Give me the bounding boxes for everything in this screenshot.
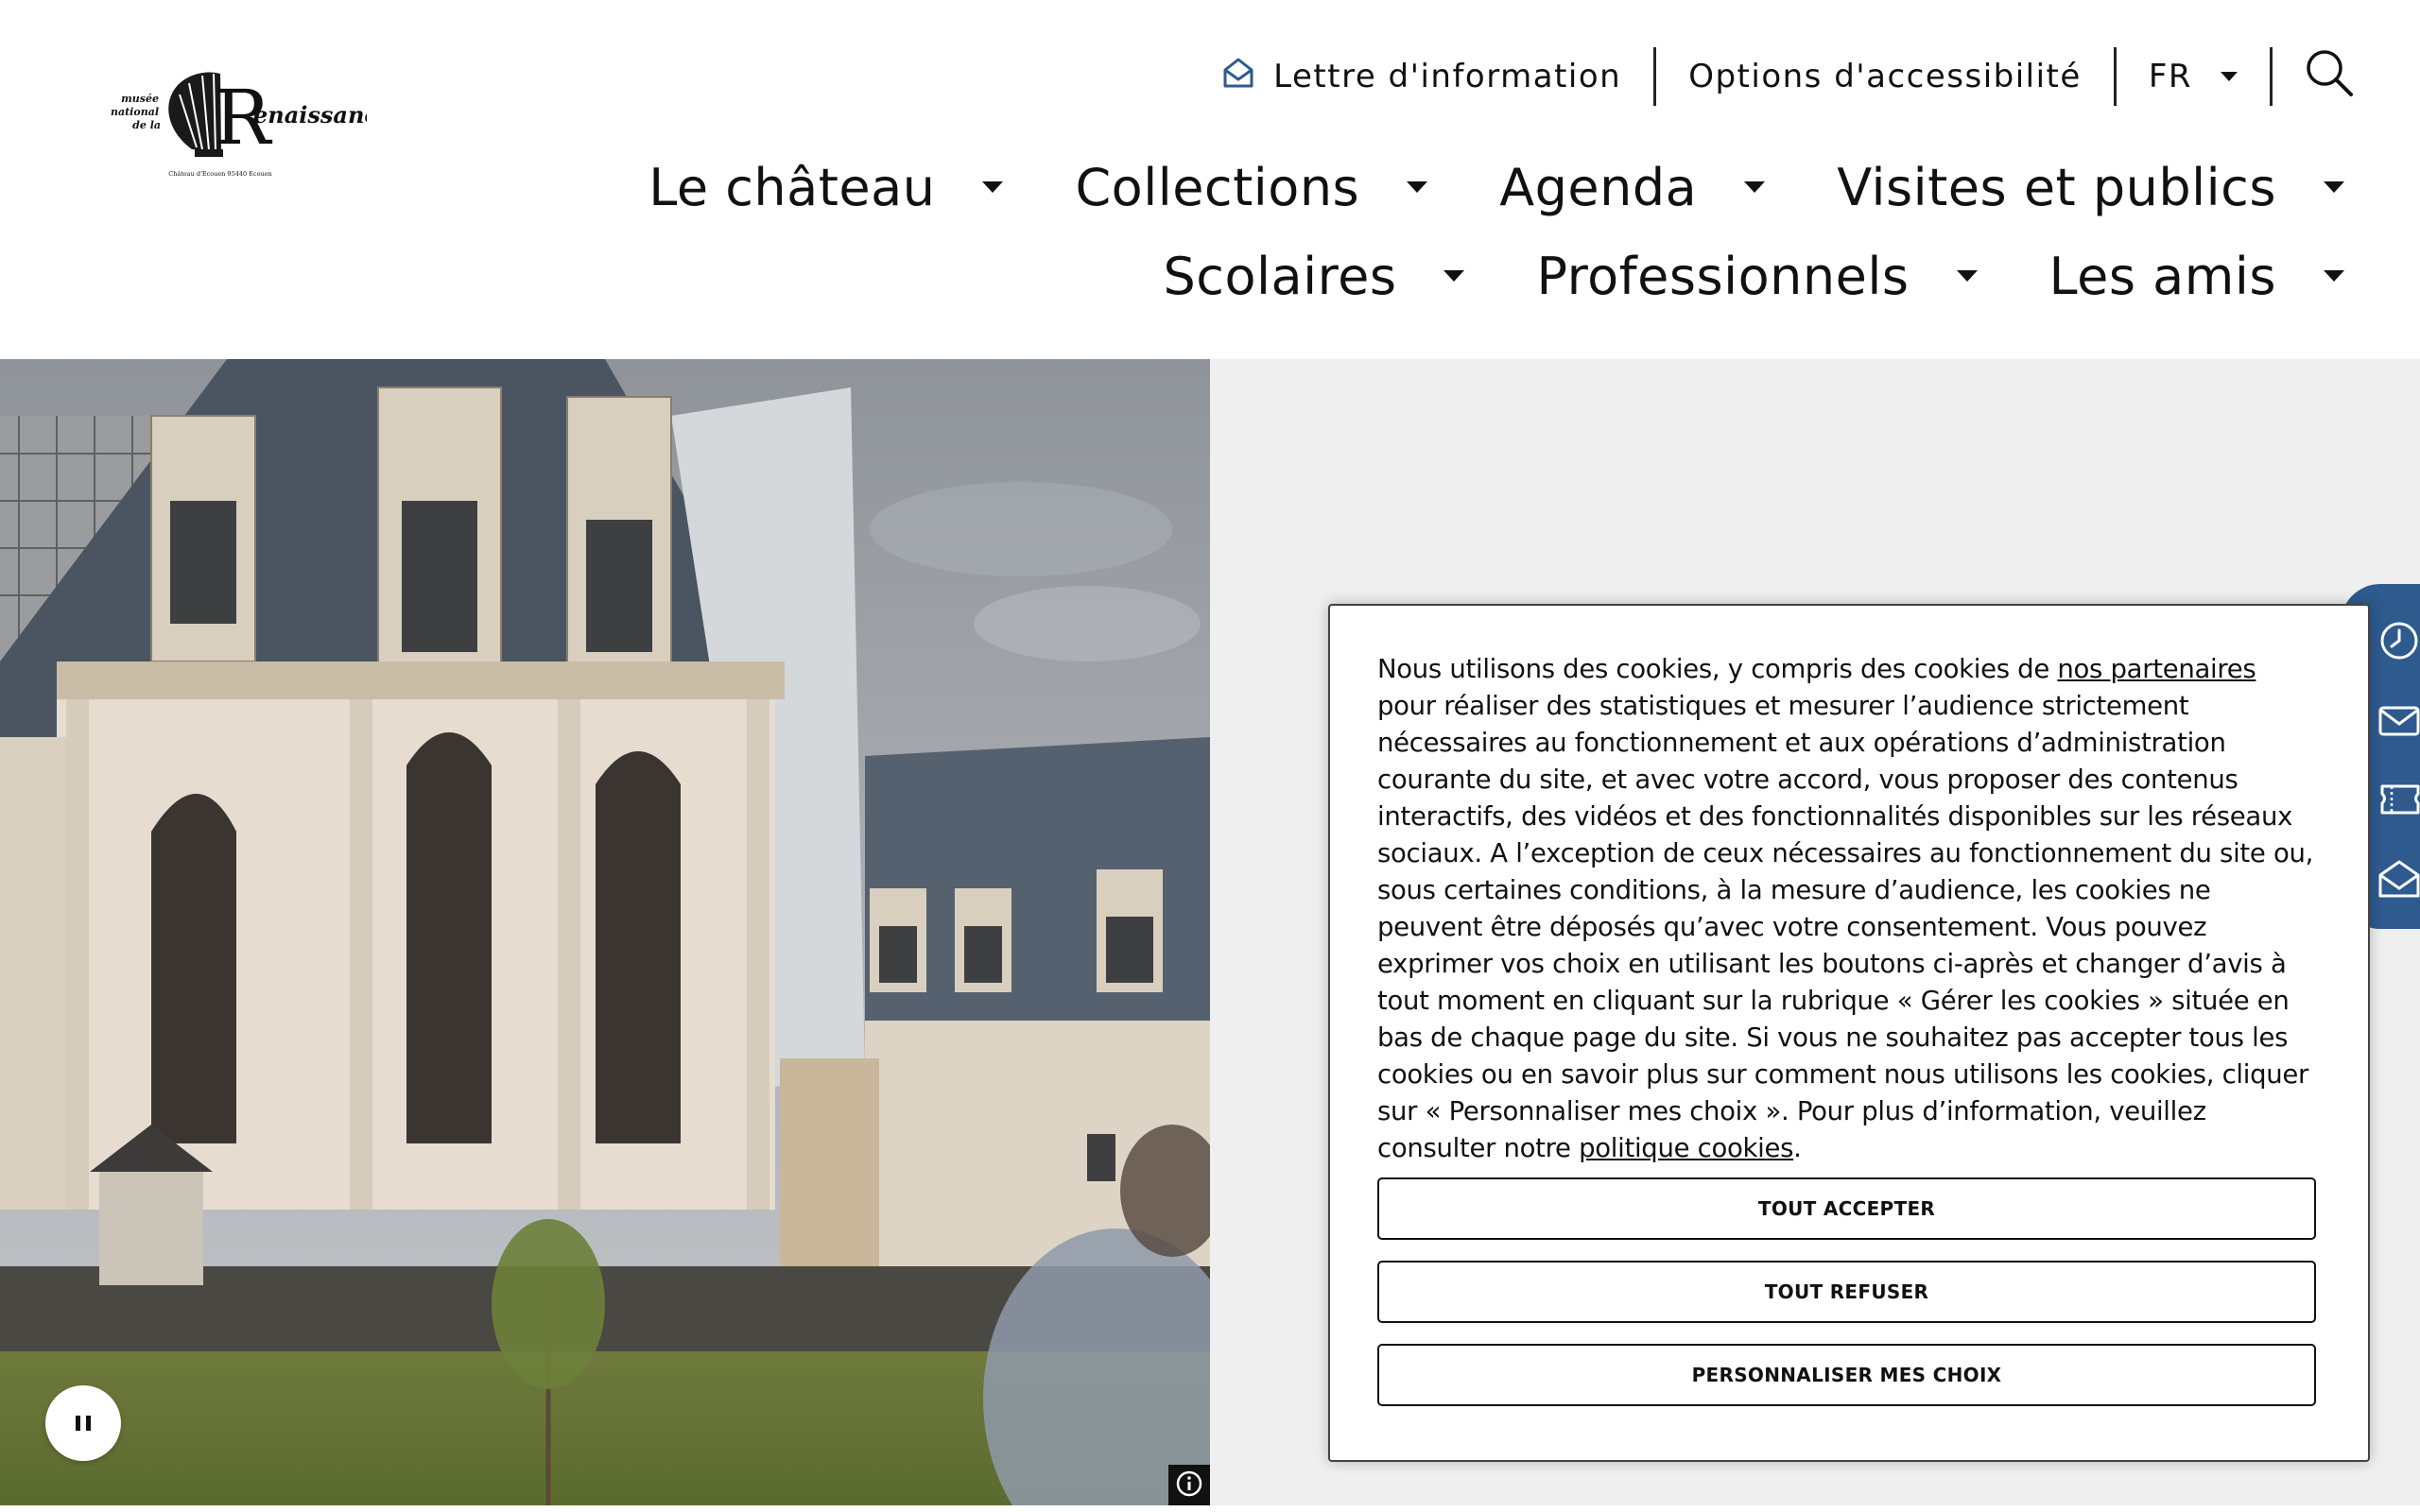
site-header: musée national de la R enaissance Châtea… — [0, 0, 2420, 359]
logo-caption: Château d'Ecouen 95440 Ecouen — [168, 170, 271, 178]
chevron-down-icon — [1443, 270, 1465, 282]
nav-item-label: Scolaires — [1163, 246, 1397, 306]
hero-image — [0, 359, 1210, 1505]
nav-item-label: Agenda — [1499, 157, 1698, 217]
cookie-policy-link[interactable]: politique cookies — [1579, 1133, 1793, 1163]
partners-link[interactable]: nos partenaires — [2057, 654, 2256, 684]
chevron-down-icon — [1744, 181, 1766, 193]
logo-line3: de la — [132, 119, 161, 131]
cookie-text-part2: pour réaliser des statistiques et mesure… — [1377, 691, 2314, 1163]
cookie-text-part1: Nous utilisons des cookies, y compris de… — [1377, 654, 2058, 684]
accept-all-button[interactable]: TOUT ACCEPTER — [1377, 1177, 2316, 1240]
nav-item-collections[interactable]: Collections — [1075, 157, 1428, 217]
logo-line2: national — [111, 106, 159, 118]
chevron-down-icon — [2221, 72, 2238, 81]
pause-icon — [76, 1416, 91, 1431]
nav-item-label: Professionnels — [1536, 246, 1910, 306]
chevron-down-icon — [2324, 181, 2344, 193]
nav-item-label: Les amis — [2048, 246, 2276, 306]
nav-item-scolaires[interactable]: Scolaires — [1163, 246, 1465, 306]
chateau-photo — [0, 359, 1210, 1505]
logo-line1: musée — [121, 93, 159, 105]
chevron-down-icon — [2324, 270, 2344, 282]
cookie-consent-dialog: Nous utilisons des cookies, y compris de… — [1328, 604, 2370, 1462]
nav-item-visites-et-publics[interactable]: Visites et publics — [1837, 158, 2344, 217]
chevron-down-icon — [1956, 270, 1978, 282]
search-button[interactable] — [2273, 47, 2354, 106]
chevron-down-icon — [1407, 181, 1428, 193]
accessibility-label: Options d'accessibilité — [1688, 58, 2082, 95]
clock-icon — [2373, 617, 2420, 668]
nav-item-le-chateau[interactable]: Le château — [648, 157, 1004, 217]
image-info-button[interactable] — [1168, 1465, 1210, 1505]
newsletter-label: Lettre d'information — [1273, 58, 1622, 95]
site-logo[interactable]: musée national de la R enaissance Châtea… — [102, 57, 392, 184]
language-selector[interactable]: FR — [2117, 47, 2270, 106]
ticket-icon — [2373, 775, 2420, 826]
envelope-open-icon — [1220, 55, 1256, 99]
nav-item-label: Le château — [648, 157, 936, 217]
search-icon — [2305, 48, 2354, 106]
main-nav-row-1: Le château Collections Agenda Visites et… — [548, 149, 2344, 225]
utility-nav: Lettre d'information Options d'accessibi… — [1188, 47, 2354, 106]
newsletter-link[interactable]: Lettre d'information — [1188, 47, 1653, 106]
cookie-consent-text: Nous utilisons des cookies, y compris de… — [1377, 651, 2321, 1167]
slideshow-pause-button[interactable] — [45, 1385, 121, 1461]
refuse-all-button[interactable]: TOUT REFUSER — [1377, 1261, 2316, 1323]
nav-item-professionnels[interactable]: Professionnels — [1536, 246, 1978, 306]
nav-item-agenda[interactable]: Agenda — [1499, 157, 1766, 217]
newsletter-icon — [2373, 854, 2420, 905]
page-bottom-edge — [0, 1505, 2420, 1512]
info-icon — [1175, 1469, 1203, 1502]
accessibility-options-link[interactable]: Options d'accessibilité — [1656, 47, 2114, 106]
nav-item-label: Collections — [1075, 157, 1360, 217]
main-navigation: Le château Collections Agenda Visites et… — [548, 149, 2344, 327]
logo-mark: musée national de la R enaissance Châtea… — [111, 72, 392, 178]
customize-choices-button[interactable]: PERSONNALISER MES CHOIX — [1377, 1344, 2316, 1406]
chevron-down-icon — [982, 181, 1004, 193]
nav-item-label: Visites et publics — [1837, 157, 2276, 217]
main-nav-row-2: Scolaires Professionnels Les amis — [548, 238, 2344, 314]
language-label: FR — [2148, 58, 2192, 95]
cookie-text-part3: . — [1793, 1133, 1802, 1163]
logo-wordmark: enaissance — [253, 101, 367, 129]
mail-icon — [2373, 696, 2420, 747]
nav-item-les-amis[interactable]: Les amis — [2048, 246, 2344, 306]
